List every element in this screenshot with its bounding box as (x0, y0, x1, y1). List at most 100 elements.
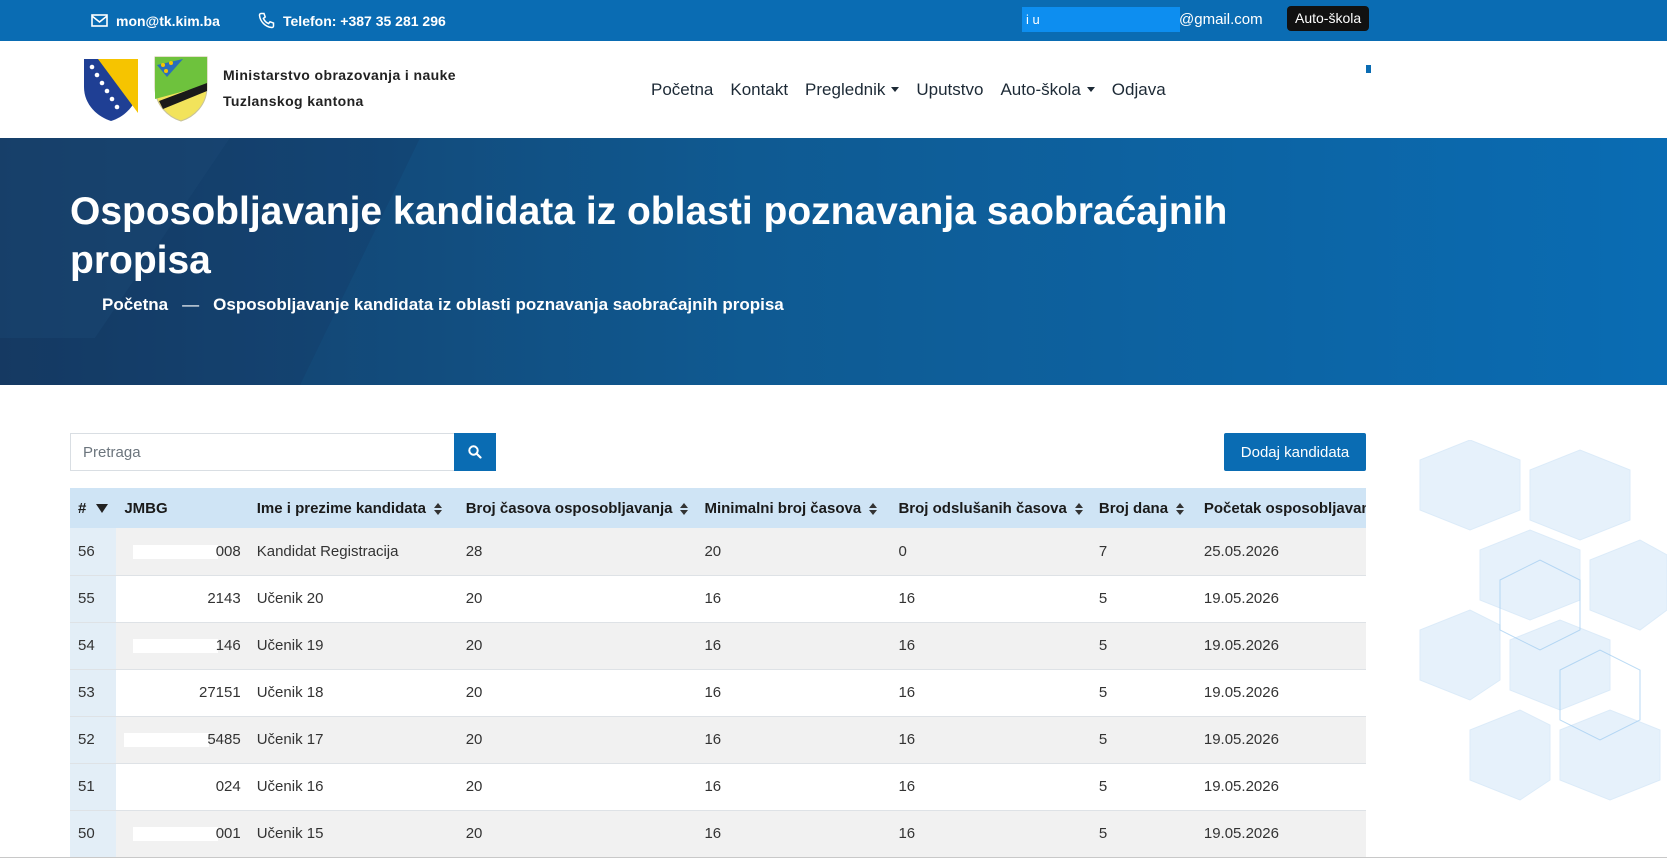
cell-number: 52 (70, 716, 117, 764)
jmbg-redaction (132, 544, 218, 559)
cell-training-hours: 20 (457, 669, 697, 717)
nav-item-label: Uputstvo (916, 79, 984, 99)
column-header-days[interactable]: Broj dana (1090, 488, 1196, 528)
candidates-table: # JMBG Ime i prezime kandidata Broj časo… (70, 488, 1366, 858)
cell-days: 7 (1090, 528, 1196, 576)
cell-jmbg: 2143 (116, 575, 249, 623)
nav-item-label: Odjava (1111, 79, 1166, 99)
cell-minimum-hours: 16 (696, 716, 891, 764)
cell-number: 51 (70, 763, 117, 811)
jmbg-redaction (124, 733, 210, 748)
cell-number: 55 (70, 575, 117, 623)
role-badge: Auto-škola (1287, 6, 1370, 31)
search-icon (468, 445, 482, 459)
nav-item-kontakt[interactable]: Kontakt (730, 80, 788, 100)
breadcrumb-current: Osposobljavanje kandidata iz oblasti poz… (213, 295, 784, 314)
sort-icon (433, 502, 442, 515)
cell-days: 5 (1090, 763, 1196, 811)
ministry-name-line2: Tuzlanskog kantona (223, 93, 364, 109)
cell-days: 5 (1090, 669, 1196, 717)
cell-candidate-name: Učenik 16 (248, 763, 458, 811)
table-header-row: # JMBG Ime i prezime kandidata Broj časo… (70, 488, 1366, 528)
search-bar (70, 433, 496, 471)
cell-jmbg: 001 (116, 810, 249, 858)
ministry-name: Ministarstvo obrazovanja i nauke Tuzlans… (223, 62, 456, 114)
nav-item-preglednik-dropdown[interactable]: Preglednik (805, 79, 900, 100)
nav-item-label: Kontakt (730, 79, 789, 99)
tuzla-canton-coat-of-arms-logo[interactable] (153, 55, 209, 123)
contact-email[interactable]: mon@tk.kim.ba (91, 0, 220, 41)
table-row[interactable]: 52 5485 Učenik 17 20 16 16 5 19.05.2026 (70, 716, 1366, 764)
nav-item-auto-skola-dropdown[interactable]: Auto-škola (1000, 79, 1095, 100)
nav-item-label: Auto-škola (1000, 79, 1081, 99)
table-row[interactable]: 55 2143 Učenik 20 20 16 16 5 19.05.2026 (70, 575, 1366, 623)
cell-candidate-name: Učenik 15 (248, 810, 458, 858)
cell-number: 56 (70, 528, 117, 576)
cell-attended-hours: 0 (890, 528, 1091, 576)
jmbg-redaction (132, 639, 218, 654)
candidates-table-container[interactable]: # JMBG Ime i prezime kandidata Broj časo… (70, 488, 1366, 865)
cell-minimum-hours: 16 (696, 763, 891, 811)
cell-training-hours: 20 (457, 716, 697, 764)
breadcrumb: Početna — Osposobljavanje kandidata iz o… (102, 295, 784, 315)
cell-number: 54 (70, 622, 117, 670)
cell-number: 50 (70, 810, 117, 858)
column-header-training-start[interactable]: Početak osposobljavanja (1195, 488, 1366, 528)
cell-jmbg: 27151 (116, 669, 249, 717)
nav-item-uputstvo[interactable]: Uputstvo (916, 80, 983, 100)
breadcrumb-home-link[interactable]: Početna (102, 295, 168, 315)
table-row[interactable]: 53 27151 Učenik 18 20 16 16 5 19.05.2026 (70, 669, 1366, 717)
cell-attended-hours: 16 (890, 669, 1091, 717)
cell-number: 53 (70, 669, 117, 717)
caret-down-icon (891, 87, 900, 92)
cell-training-start: 19.05.2026 (1195, 622, 1366, 670)
cell-training-hours: 20 (457, 622, 697, 670)
cell-attended-hours: 16 (890, 716, 1091, 764)
cell-candidate-name: Kandidat Registracija (248, 528, 458, 576)
top-contact-bar: mon@tk.kim.ba Telefon: +387 35 281 296 i… (0, 0, 1667, 41)
user-email-domain: @gmail.com (1179, 11, 1263, 28)
column-header-number[interactable]: # (70, 488, 117, 528)
search-button[interactable] (454, 433, 496, 471)
nav-item-pocetna[interactable]: Početna (651, 80, 713, 100)
sort-icon (680, 502, 689, 515)
cell-candidate-name: Učenik 18 (248, 669, 458, 717)
cell-training-start: 25.05.2026 (1195, 528, 1366, 576)
cell-training-hours: 20 (457, 810, 697, 858)
hexagon-decoration (1419, 440, 1667, 801)
nav-item-odjava[interactable]: Odjava (1112, 80, 1166, 100)
table-row[interactable]: 50 001 Učenik 15 20 16 16 5 19.05.2026 (70, 810, 1366, 858)
column-header-jmbg[interactable]: JMBG (116, 488, 249, 528)
nav-item-label: Preglednik (805, 79, 886, 99)
table-row[interactable]: 51 024 Učenik 16 20 16 16 5 19.05.2026 (70, 763, 1366, 811)
user-email[interactable]: i u @gmail.com (1022, 7, 1263, 32)
cell-training-start: 19.05.2026 (1195, 575, 1366, 623)
bih-coat-of-arms-logo[interactable] (82, 57, 140, 123)
cell-days: 5 (1090, 810, 1196, 858)
column-header-minimum-hours[interactable]: Minimalni broj časova (696, 488, 891, 528)
sort-icon (1074, 502, 1083, 515)
add-candidate-button[interactable]: Dodaj kandidata (1224, 433, 1366, 471)
cell-jmbg: 5485 (116, 716, 249, 764)
cell-training-start: 19.05.2026 (1195, 716, 1366, 764)
sort-icon (1176, 502, 1185, 515)
page-hero-banner: Osposobljavanje kandidata iz oblasti poz… (0, 138, 1667, 385)
contact-phone[interactable]: Telefon: +387 35 281 296 (258, 0, 446, 41)
cell-minimum-hours: 16 (696, 622, 891, 670)
breadcrumb-separator: — (182, 295, 200, 314)
phone-icon (258, 12, 275, 29)
table-row[interactable]: 54 146 Učenik 19 20 16 16 5 19.05.2026 (70, 622, 1366, 670)
cell-minimum-hours: 16 (696, 810, 891, 858)
cell-attended-hours: 16 (890, 763, 1091, 811)
main-navigation: Početna Kontakt Preglednik Uputstvo Auto… (651, 41, 1183, 138)
cell-candidate-name: Učenik 17 (248, 716, 458, 764)
column-header-attended-hours[interactable]: Broj odslušanih časova (890, 488, 1091, 528)
cell-training-hours: 20 (457, 763, 697, 811)
cell-attended-hours: 16 (890, 575, 1091, 623)
table-row[interactable]: 56 008 Kandidat Registracija 28 20 0 7 2… (70, 528, 1366, 576)
column-header-training-hours[interactable]: Broj časova osposobljavanja (457, 488, 697, 528)
column-header-candidate-name[interactable]: Ime i prezime kandidata (248, 488, 458, 528)
cell-jmbg: 146 (116, 622, 249, 670)
search-input[interactable] (70, 433, 454, 471)
cell-candidate-name: Učenik 19 (248, 622, 458, 670)
